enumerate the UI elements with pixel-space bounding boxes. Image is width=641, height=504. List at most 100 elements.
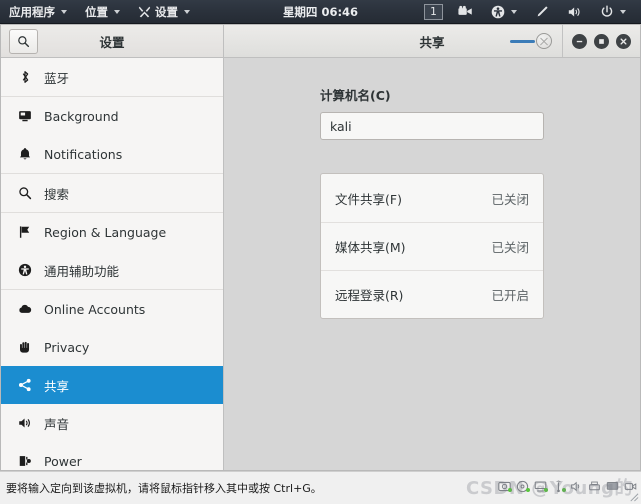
- sidebar-title: 设置: [99, 34, 125, 50]
- option-label: 远程登录(R): [335, 288, 404, 303]
- chevron-down-icon: [114, 9, 120, 14]
- sidebar-item-label: 蓝牙: [44, 70, 70, 86]
- sidebar-item-label: 通用辅助功能: [44, 263, 120, 279]
- option-label: 文件共享(F): [335, 191, 402, 207]
- resize-grip[interactable]: [628, 491, 639, 502]
- maximize-icon: [599, 38, 604, 44]
- topbar-menu-settings[interactable]: 设置: [129, 0, 199, 24]
- sidebar-item-region-language[interactable]: Region & Language: [1, 213, 223, 251]
- sidebar-item-online-accounts[interactable]: Online Accounts: [1, 290, 223, 328]
- sound-icon[interactable]: [570, 478, 583, 492]
- close-button[interactable]: [616, 33, 631, 49]
- accessibility-menu[interactable]: [482, 0, 526, 24]
- settings-sidebar: 设置 蓝牙 Background Notifications 搜索 Region…: [1, 25, 224, 470]
- sidebar-item-bluetooth[interactable]: 蓝牙: [1, 58, 223, 96]
- topbar-right-tray: 1: [418, 0, 641, 24]
- camera-icon[interactable]: [624, 478, 637, 491]
- sidebar-item-label: Background: [44, 108, 119, 124]
- sidebar-item-label: Notifications: [44, 146, 123, 162]
- topbar-menu-settings-label: 设置: [155, 4, 178, 19]
- cdrom-icon[interactable]: [516, 478, 530, 493]
- flag-icon: [17, 224, 33, 240]
- search-icon: [17, 185, 33, 201]
- sidebar-item-label: 共享: [44, 378, 70, 394]
- toggle-knob: [536, 33, 552, 49]
- pen-input-button[interactable]: [526, 0, 558, 24]
- activity-dot: [508, 488, 512, 492]
- option-row-remote-login[interactable]: 远程登录(R) 已开启: [321, 270, 543, 318]
- sidebar-item-notifications[interactable]: Notifications: [1, 135, 223, 173]
- cloud-icon: [17, 301, 33, 317]
- option-state: 已关闭: [491, 240, 529, 255]
- maximize-button[interactable]: [594, 33, 609, 49]
- share-icon: [17, 377, 33, 393]
- power-icon: [600, 5, 614, 19]
- sidebar-item-sharing[interactable]: 共享: [1, 366, 223, 404]
- sidebar-item-search[interactable]: 搜索: [1, 174, 223, 212]
- vm-status-message: 要将输入定向到该虚拟机，请将鼠标指针移入其中或按 Ctrl+G。: [6, 482, 322, 495]
- sidebar-item-label: Online Accounts: [44, 301, 146, 317]
- power-plug-icon: [17, 453, 33, 469]
- sidebar-item-power[interactable]: Power: [1, 442, 223, 470]
- settings-content: 共享 计算机名(C) kali 文件共享(F) 已关闭 媒体共享(M) 已关闭 …: [224, 25, 640, 470]
- option-state: 已关闭: [491, 191, 529, 207]
- sharing-master-toggle[interactable]: [508, 32, 552, 50]
- sidebar-item-label: Privacy: [44, 339, 90, 355]
- sidebar-item-label: Power: [44, 453, 82, 469]
- activity-dot: [562, 488, 566, 492]
- computer-name-label: 计算机名(C): [320, 88, 391, 103]
- monitor-icon: [17, 108, 33, 124]
- computer-name-input[interactable]: [320, 112, 544, 140]
- chevron-down-icon: [620, 9, 626, 14]
- option-label: 媒体共享(M): [335, 240, 406, 255]
- sidebar-item-list: 蓝牙 Background Notifications 搜索 Region & …: [1, 58, 223, 470]
- bell-icon: [17, 146, 33, 162]
- pen-icon: [535, 5, 549, 19]
- display-icon[interactable]: [606, 478, 619, 491]
- sidebar-item-universal-access[interactable]: 通用辅助功能: [1, 251, 223, 289]
- accessibility-icon: [17, 262, 33, 278]
- hard-disk-icon[interactable]: [498, 478, 512, 492]
- volume-icon: [567, 5, 582, 19]
- power-menu[interactable]: [591, 0, 635, 24]
- window-buttons: [563, 33, 640, 49]
- bluetooth-icon: [17, 69, 33, 85]
- sidebar-item-sound[interactable]: 声音: [1, 404, 223, 442]
- network-icon[interactable]: [534, 478, 548, 492]
- topbar-menu-places[interactable]: 位置: [76, 0, 129, 24]
- topbar-menu-places-label: 位置: [85, 4, 108, 19]
- sharing-panel-inner: 计算机名(C) 文件共享(F) 已关闭 媒体共享(M) 已关闭: [320, 85, 544, 319]
- close-icon: [620, 37, 627, 45]
- workspace-indicator[interactable]: 1: [424, 3, 443, 20]
- vm-device-icons: [498, 478, 637, 493]
- printer-icon[interactable]: [588, 478, 601, 491]
- toggle-track: [510, 40, 535, 43]
- sharing-panel: 计算机名(C) 文件共享(F) 已关闭 媒体共享(M) 已关闭: [224, 58, 640, 470]
- option-row-media-sharing[interactable]: 媒体共享(M) 已关闭: [321, 222, 543, 270]
- chevron-down-icon: [511, 9, 517, 14]
- sidebar-header: 设置: [1, 25, 223, 58]
- screencast-button[interactable]: [449, 0, 482, 24]
- vm-status-bar: 要将输入定向到该虚拟机，请将鼠标指针移入其中或按 Ctrl+G。 CSDN @Y…: [0, 471, 641, 504]
- topbar-menu-applications-label: 应用程序: [9, 4, 55, 19]
- settings-window: 设置 蓝牙 Background Notifications 搜索 Region…: [0, 24, 641, 471]
- sidebar-item-privacy[interactable]: Privacy: [1, 328, 223, 366]
- option-row-file-sharing[interactable]: 文件共享(F) 已关闭: [321, 174, 543, 222]
- volume-icon: [17, 415, 33, 431]
- activity-dot: [544, 488, 548, 492]
- usb-icon[interactable]: [552, 478, 566, 493]
- tools-icon: [138, 5, 151, 18]
- option-state: 已开启: [491, 288, 529, 303]
- settings-window-body: 设置 蓝牙 Background Notifications 搜索 Region…: [1, 25, 640, 470]
- screencast-icon: [458, 5, 473, 18]
- volume-button[interactable]: [558, 0, 591, 24]
- title-bar-controls: [508, 25, 640, 57]
- accessibility-icon: [491, 5, 505, 19]
- sidebar-item-label: 搜索: [44, 186, 70, 202]
- window-title-bar: 共享: [224, 25, 640, 58]
- workspace-number: 1: [430, 5, 437, 18]
- topbar-menu-applications[interactable]: 应用程序: [0, 0, 76, 24]
- sidebar-item-background[interactable]: Background: [1, 97, 223, 135]
- sidebar-item-label: 声音: [44, 416, 70, 432]
- minimize-button[interactable]: [572, 33, 587, 49]
